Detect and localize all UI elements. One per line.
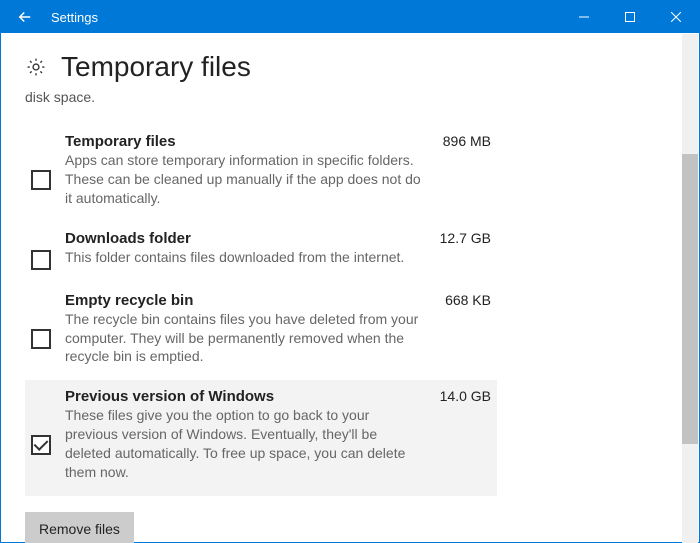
truncated-text: disk space. [25, 89, 675, 105]
item-empty-recycle-bin: Empty recycle bin 668 KB The recycle bin… [25, 284, 497, 381]
item-size: 668 KB [425, 292, 491, 308]
checkbox-downloads-folder[interactable] [31, 250, 51, 270]
close-button[interactable] [653, 1, 699, 33]
scrollbar-track[interactable] [682, 34, 698, 543]
item-label: Previous version of Windows [65, 388, 274, 405]
window-title: Settings [49, 10, 98, 25]
maximize-button[interactable] [607, 1, 653, 33]
titlebar: Settings [1, 1, 699, 33]
window-controls [561, 1, 699, 33]
page-header: Temporary files [25, 51, 675, 83]
checkbox-empty-recycle-bin[interactable] [31, 329, 51, 349]
page-title: Temporary files [61, 51, 251, 83]
item-size: 12.7 GB [420, 230, 491, 246]
gear-icon [25, 56, 47, 78]
item-temporary-files: Temporary files 896 MB Apps can store te… [25, 125, 497, 222]
temp-files-list: Temporary files 896 MB Apps can store te… [25, 125, 497, 496]
back-arrow-icon [16, 8, 34, 26]
item-label: Empty recycle bin [65, 292, 193, 309]
maximize-icon [625, 12, 635, 22]
item-description: The recycle bin contains files you have … [65, 310, 425, 367]
item-description: These files give you the option to go ba… [65, 406, 425, 482]
item-size: 14.0 GB [420, 388, 491, 404]
minimize-icon [579, 12, 589, 22]
item-previous-windows: Previous version of Windows 14.0 GB Thes… [25, 380, 497, 496]
item-description: This folder contains files downloaded fr… [65, 248, 425, 267]
minimize-button[interactable] [561, 1, 607, 33]
item-description: Apps can store temporary information in … [65, 151, 425, 208]
checkbox-temporary-files[interactable] [31, 170, 51, 190]
back-button[interactable] [1, 1, 49, 33]
remove-files-button[interactable]: Remove files [25, 512, 134, 543]
close-icon [671, 12, 681, 22]
item-size: 896 MB [423, 133, 491, 149]
page-content: Temporary files disk space. Temporary fi… [1, 33, 699, 542]
item-label: Temporary files [65, 133, 176, 150]
item-downloads-folder: Downloads folder 12.7 GB This folder con… [25, 222, 497, 284]
item-label: Downloads folder [65, 230, 191, 247]
checkbox-previous-windows[interactable] [31, 435, 51, 455]
settings-window: Settings Temporary files disk space. [0, 0, 700, 543]
scrollbar-thumb[interactable] [682, 154, 698, 444]
